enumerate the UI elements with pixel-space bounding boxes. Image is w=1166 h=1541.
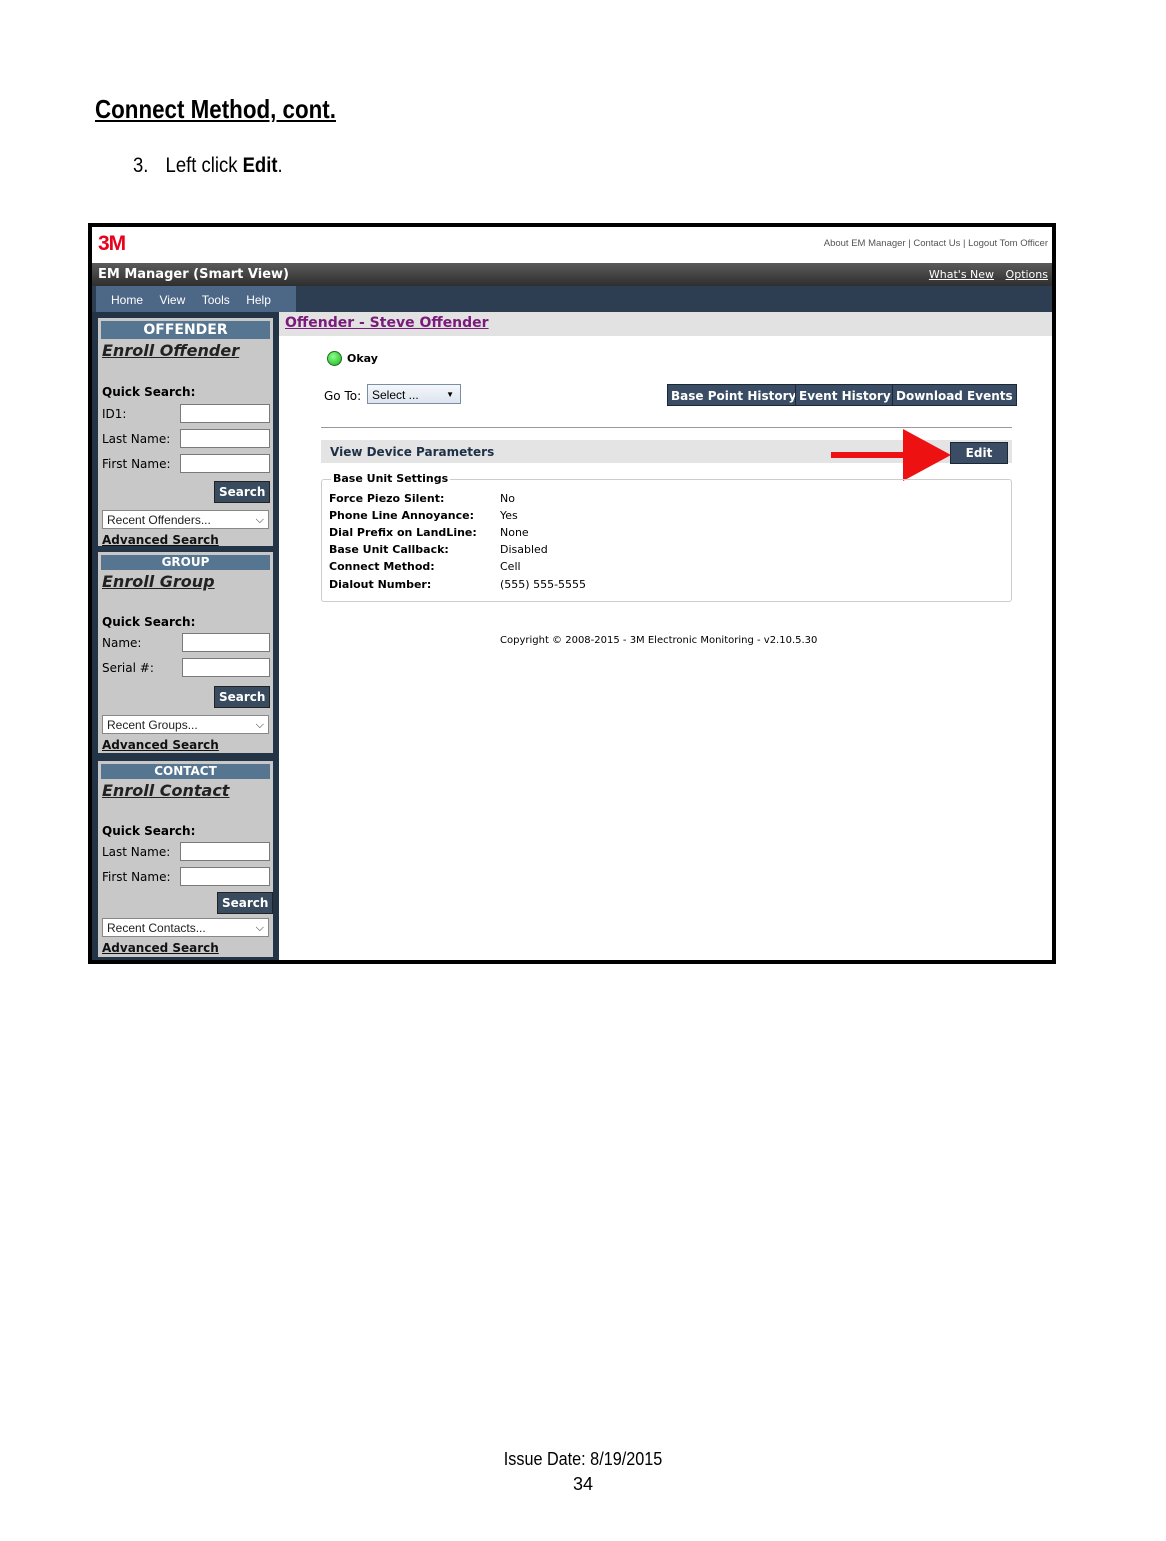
enroll-offender-link[interactable]: Enroll Offender bbox=[102, 341, 273, 360]
contact-lastname-input[interactable] bbox=[180, 842, 270, 861]
step-bold: Edit bbox=[242, 154, 278, 177]
recent-offenders-value: Recent Offenders... bbox=[107, 513, 211, 527]
group-quick-search-label: Quick Search: bbox=[102, 615, 196, 629]
chevron-down-icon: ⌵ bbox=[255, 514, 264, 526]
3m-logo: 3M bbox=[98, 232, 126, 255]
menu-view[interactable]: View bbox=[159, 293, 185, 307]
step-suffix: . bbox=[277, 154, 283, 177]
section-title: View Device Parameters bbox=[330, 445, 495, 459]
top-links[interactable]: About EM Manager | Contact Us | Logout T… bbox=[824, 238, 1048, 249]
chevron-down-icon: ⌵ bbox=[255, 922, 264, 934]
offender-firstname-input[interactable] bbox=[180, 454, 270, 473]
offender-lastname-label: Last Name: bbox=[102, 432, 171, 446]
menu-help[interactable]: Help bbox=[246, 293, 271, 307]
chevron-down-icon: ⌵ bbox=[255, 719, 264, 731]
param-value: Yes bbox=[500, 509, 518, 522]
recent-contacts-select[interactable]: Recent Contacts... ⌵ bbox=[102, 918, 269, 937]
offender-firstname-label: First Name: bbox=[102, 457, 171, 471]
issue-date: Issue Date: 8/19/2015 bbox=[503, 1449, 663, 1469]
main-content: Offender - Steve Offender Okay Go To: Se… bbox=[279, 312, 1052, 960]
param-label: Base Unit Callback: bbox=[329, 543, 449, 556]
title-bar: EM Manager (Smart View) What's New Optio… bbox=[92, 263, 1052, 286]
param-value: (555) 555-5555 bbox=[500, 578, 587, 591]
instruction-step: 3. Left click Edit. bbox=[133, 154, 283, 178]
group-name-input[interactable] bbox=[182, 633, 270, 652]
whats-new-link[interactable]: What's New bbox=[929, 268, 994, 281]
param-value: None bbox=[500, 526, 529, 539]
contact-lastname-label: Last Name: bbox=[102, 845, 171, 859]
menu-home[interactable]: Home bbox=[111, 293, 143, 307]
goto-label: Go To: bbox=[324, 389, 362, 403]
menu-tools[interactable]: Tools bbox=[202, 293, 230, 307]
goto-select-value: Select ... bbox=[372, 388, 419, 402]
status-text: Okay bbox=[347, 352, 378, 365]
offender-id1-label: ID1: bbox=[102, 407, 127, 421]
param-label: Dial Prefix on LandLine: bbox=[329, 526, 477, 539]
contact-firstname-label: First Name: bbox=[102, 870, 171, 884]
dropdown-arrow-icon: ▼ bbox=[446, 390, 454, 399]
contact-quick-search-label: Quick Search: bbox=[102, 824, 196, 838]
offender-search-button[interactable]: Search bbox=[214, 481, 271, 503]
status-ok-icon bbox=[327, 351, 342, 366]
offender-breadcrumb-link[interactable]: Offender - Steve Offender bbox=[285, 315, 489, 331]
title-links: What's New Options bbox=[921, 268, 1048, 281]
step-text: Left click bbox=[165, 154, 243, 177]
param-label: Force Piezo Silent: bbox=[329, 492, 445, 505]
edit-button[interactable]: Edit bbox=[950, 442, 1008, 464]
group-header: GROUP bbox=[101, 555, 270, 570]
recent-groups-value: Recent Groups... bbox=[107, 718, 198, 732]
recent-groups-select[interactable]: Recent Groups... ⌵ bbox=[102, 715, 269, 734]
enroll-group-link[interactable]: Enroll Group bbox=[102, 572, 273, 591]
page-number: 34 bbox=[572, 1474, 594, 1494]
offender-panel: OFFENDER Enroll Offender Quick Search: I… bbox=[98, 318, 273, 547]
group-panel: GROUP Enroll Group Quick Search: Name: S… bbox=[98, 552, 273, 753]
goto-select[interactable]: Select ... ▼ bbox=[367, 384, 461, 404]
param-label: Phone Line Annoyance: bbox=[329, 509, 475, 522]
menu-items: Home View Tools Help bbox=[96, 286, 296, 312]
recent-offenders-select[interactable]: Recent Offenders... ⌵ bbox=[102, 510, 269, 529]
options-link[interactable]: Options bbox=[1006, 268, 1048, 281]
param-value: Cell bbox=[500, 560, 521, 573]
step-number: 3. bbox=[133, 154, 149, 177]
group-serial-input[interactable] bbox=[182, 658, 270, 677]
top-bar: 3M About EM Manager | Contact Us | Logou… bbox=[92, 227, 1052, 262]
base-point-history-button[interactable]: Base Point History bbox=[667, 384, 801, 406]
menu-bar: Home View Tools Help bbox=[92, 286, 1052, 312]
offender-lastname-input[interactable] bbox=[180, 429, 270, 448]
param-label: Dialout Number: bbox=[329, 578, 432, 591]
param-value: No bbox=[500, 492, 515, 505]
contact-header: CONTACT bbox=[101, 764, 270, 779]
sidebar: OFFENDER Enroll Offender Quick Search: I… bbox=[92, 312, 279, 960]
offender-header: OFFENDER bbox=[101, 321, 270, 339]
contact-firstname-input[interactable] bbox=[180, 867, 270, 886]
base-unit-settings-legend: Base Unit Settings bbox=[331, 472, 451, 485]
offender-advanced-search-link[interactable]: Advanced Search bbox=[102, 533, 219, 547]
group-advanced-search-link[interactable]: Advanced Search bbox=[102, 738, 219, 752]
red-arrow-annotation bbox=[831, 429, 951, 481]
recent-contacts-value: Recent Contacts... bbox=[107, 921, 206, 935]
screenshot-frame: 3M About EM Manager | Contact Us | Logou… bbox=[88, 223, 1056, 964]
offender-quick-search-label: Quick Search: bbox=[102, 385, 196, 399]
group-search-button[interactable]: Search bbox=[214, 686, 271, 708]
copyright-text: Copyright © 2008-2015 - 3M Electronic Mo… bbox=[500, 635, 818, 646]
contact-search-button[interactable]: Search bbox=[217, 892, 274, 914]
group-name-label: Name: bbox=[102, 636, 142, 650]
enroll-contact-link[interactable]: Enroll Contact bbox=[102, 781, 273, 800]
offender-id1-input[interactable] bbox=[180, 404, 270, 423]
event-history-button[interactable]: Event History bbox=[795, 384, 895, 406]
download-events-button[interactable]: Download Events bbox=[892, 384, 1017, 406]
param-label: Connect Method: bbox=[329, 560, 435, 573]
contact-advanced-search-link[interactable]: Advanced Search bbox=[102, 941, 219, 955]
doc-title: Connect Method, cont. bbox=[95, 94, 336, 124]
param-value: Disabled bbox=[500, 543, 548, 556]
contact-panel: CONTACT Enroll Contact Quick Search: Las… bbox=[98, 761, 274, 957]
breadcrumb: Offender - Steve Offender bbox=[279, 312, 1052, 336]
window-title: EM Manager (Smart View) bbox=[98, 267, 289, 282]
divider bbox=[321, 427, 1012, 428]
group-serial-label: Serial #: bbox=[102, 661, 154, 675]
